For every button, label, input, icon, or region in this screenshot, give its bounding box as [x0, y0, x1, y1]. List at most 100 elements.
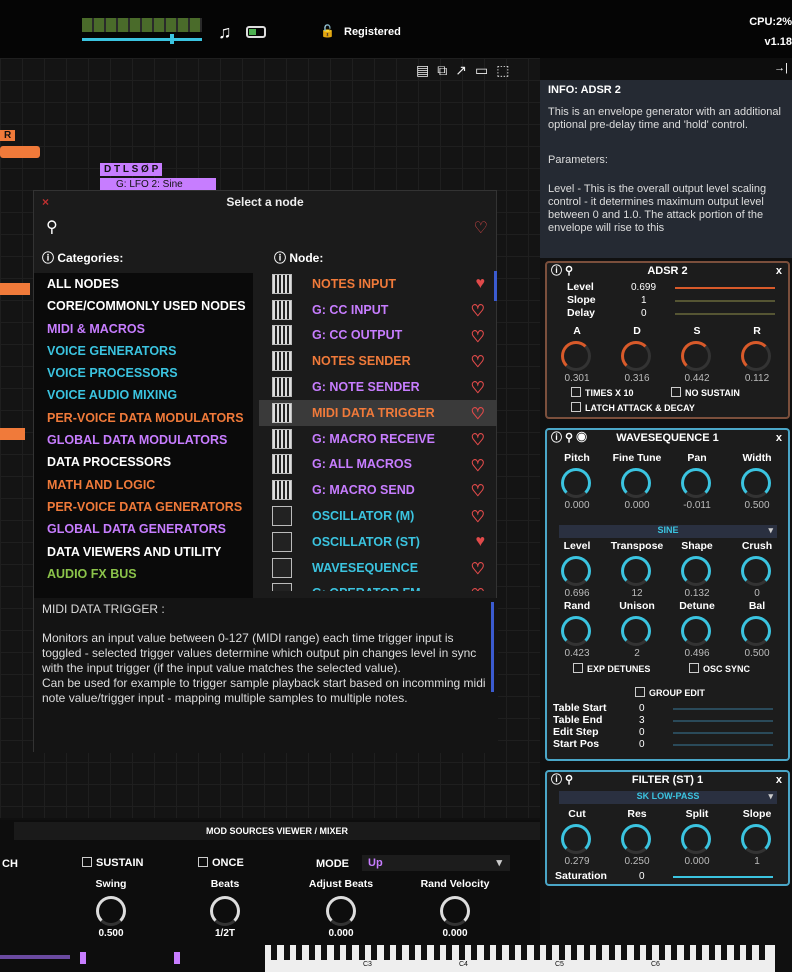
- knob[interactable]: [741, 468, 771, 498]
- black-key[interactable]: [346, 945, 352, 960]
- info-icon[interactable]: ⓘ ⚲ ◉: [551, 430, 587, 446]
- table-slider[interactable]: [673, 708, 773, 710]
- black-key[interactable]: [583, 945, 590, 960]
- nodes-scrollbar[interactable]: [494, 271, 497, 301]
- black-key[interactable]: [546, 945, 552, 960]
- info-icon[interactable]: ⓘ ⚲: [551, 772, 573, 788]
- black-key[interactable]: [471, 945, 477, 960]
- category-item[interactable]: MATH AND LOGIC: [34, 474, 253, 496]
- knob[interactable]: [681, 341, 711, 371]
- close-icon[interactable]: x: [776, 263, 782, 279]
- category-item[interactable]: VOICE PROCESSORS: [34, 362, 253, 384]
- once-checkbox[interactable]: ONCE: [198, 857, 244, 869]
- category-item[interactable]: ALL NODES: [34, 273, 253, 295]
- piano-keyboard[interactable]: C3 C4 C5 C6: [265, 945, 775, 972]
- black-key[interactable]: [571, 945, 577, 960]
- category-item[interactable]: DATA PROCESSORS: [34, 451, 253, 473]
- table-slider[interactable]: [673, 744, 773, 746]
- favorite-heart-icon[interactable]: ♡: [471, 585, 485, 591]
- category-item[interactable]: VOICE AUDIO MIXING: [34, 384, 253, 406]
- delay-slider[interactable]: [675, 313, 775, 315]
- level-slider[interactable]: [675, 287, 775, 289]
- black-key[interactable]: [646, 945, 652, 960]
- black-key[interactable]: [446, 945, 452, 960]
- knob[interactable]: [741, 616, 771, 646]
- knob[interactable]: [561, 341, 591, 371]
- category-item[interactable]: CORE/COMMONLY USED NODES: [34, 295, 253, 317]
- saturation-slider[interactable]: [673, 876, 773, 878]
- node-item[interactable]: NOTES INPUT ♥: [259, 271, 497, 297]
- black-key[interactable]: [733, 945, 740, 960]
- filter-type-select[interactable]: SK LOW-PASS ▾: [559, 791, 777, 804]
- close-icon[interactable]: x: [776, 430, 782, 446]
- table-slider[interactable]: [673, 720, 773, 722]
- close-icon[interactable]: x: [776, 772, 782, 788]
- black-key[interactable]: [696, 945, 702, 960]
- favorites-heart-icon[interactable]: ♡: [474, 218, 488, 238]
- sustain-checkbox[interactable]: SUSTAIN: [82, 857, 143, 869]
- favorite-heart-icon[interactable]: ♡: [471, 559, 485, 579]
- black-key[interactable]: [421, 945, 427, 960]
- favorite-heart-icon[interactable]: ♡: [471, 327, 485, 347]
- volume-slider[interactable]: [82, 38, 202, 41]
- knob[interactable]: [326, 896, 356, 926]
- black-key[interactable]: [621, 945, 627, 960]
- latch-checkbox[interactable]: LATCH ATTACK & DECAY: [571, 402, 695, 413]
- node-item[interactable]: G: OPERATOR FM ♡: [259, 581, 497, 591]
- bottom-slider-2[interactable]: [80, 952, 86, 964]
- black-key[interactable]: [408, 945, 415, 960]
- volume-slider-handle[interactable]: [170, 34, 174, 44]
- wave-select[interactable]: SINE ▾: [559, 525, 777, 538]
- collapse-icon[interactable]: →|: [774, 62, 788, 74]
- exp-detunes-checkbox[interactable]: EXP DETUNES: [573, 663, 650, 674]
- osc-sync-checkbox[interactable]: OSC SYNC: [689, 663, 750, 674]
- music-note-icon[interactable]: ♫: [218, 22, 232, 43]
- knob[interactable]: [96, 896, 126, 926]
- copy-icon[interactable]: ⧉: [437, 62, 455, 78]
- favorite-heart-icon[interactable]: ♡: [471, 404, 485, 424]
- black-key[interactable]: [683, 945, 690, 960]
- node-item[interactable]: OSCILLATOR (ST) ♥: [259, 529, 497, 555]
- black-key[interactable]: [496, 945, 502, 960]
- black-key[interactable]: [596, 945, 602, 960]
- black-key[interactable]: [296, 945, 302, 960]
- knob[interactable]: [621, 556, 651, 586]
- favorite-heart-icon[interactable]: ♡: [471, 378, 485, 398]
- knob[interactable]: [681, 824, 711, 854]
- knob[interactable]: [561, 468, 591, 498]
- knob[interactable]: [440, 896, 470, 926]
- black-key[interactable]: [721, 945, 727, 960]
- canvas-node-orange[interactable]: [0, 146, 40, 158]
- times-x10-checkbox[interactable]: TIMES X 10: [571, 387, 634, 398]
- black-key[interactable]: [271, 945, 277, 960]
- node-item[interactable]: OSCILLATOR (M) ♡: [259, 503, 497, 529]
- category-item[interactable]: DATA VIEWERS AND UTILITY: [34, 541, 253, 563]
- category-item[interactable]: MIDI & MACROS: [34, 318, 253, 340]
- node-item[interactable]: G: MACRO RECEIVE ♡: [259, 426, 497, 452]
- window-icon[interactable]: ▭: [475, 62, 496, 78]
- black-key[interactable]: [633, 945, 640, 960]
- node-item[interactable]: MIDI DATA TRIGGER ♡: [259, 399, 497, 426]
- knob[interactable]: [210, 896, 240, 926]
- canvas-node-orange-2[interactable]: [0, 283, 30, 295]
- canvas-node-letters[interactable]: D T L S Ø P: [100, 163, 163, 176]
- toggle-switch[interactable]: [246, 26, 266, 38]
- knob[interactable]: [621, 616, 651, 646]
- slope-slider[interactable]: [675, 300, 775, 302]
- node-item[interactable]: G: NOTE SENDER ♡: [259, 374, 497, 400]
- table-slider[interactable]: [673, 732, 773, 734]
- black-key[interactable]: [333, 945, 340, 960]
- select-icon[interactable]: ⬚: [496, 62, 517, 78]
- knob[interactable]: [681, 556, 711, 586]
- black-key[interactable]: [558, 945, 565, 960]
- black-key[interactable]: [433, 945, 440, 960]
- category-item[interactable]: GLOBAL DATA GENERATORS: [34, 518, 253, 540]
- node-item[interactable]: NOTES SENDER ♡: [259, 348, 497, 374]
- search-row[interactable]: ⚲ ♡: [34, 215, 498, 241]
- black-key[interactable]: [521, 945, 527, 960]
- black-key[interactable]: [358, 945, 365, 960]
- knob[interactable]: [561, 556, 591, 586]
- black-key[interactable]: [746, 945, 752, 960]
- knob[interactable]: [681, 468, 711, 498]
- black-key[interactable]: [658, 945, 665, 960]
